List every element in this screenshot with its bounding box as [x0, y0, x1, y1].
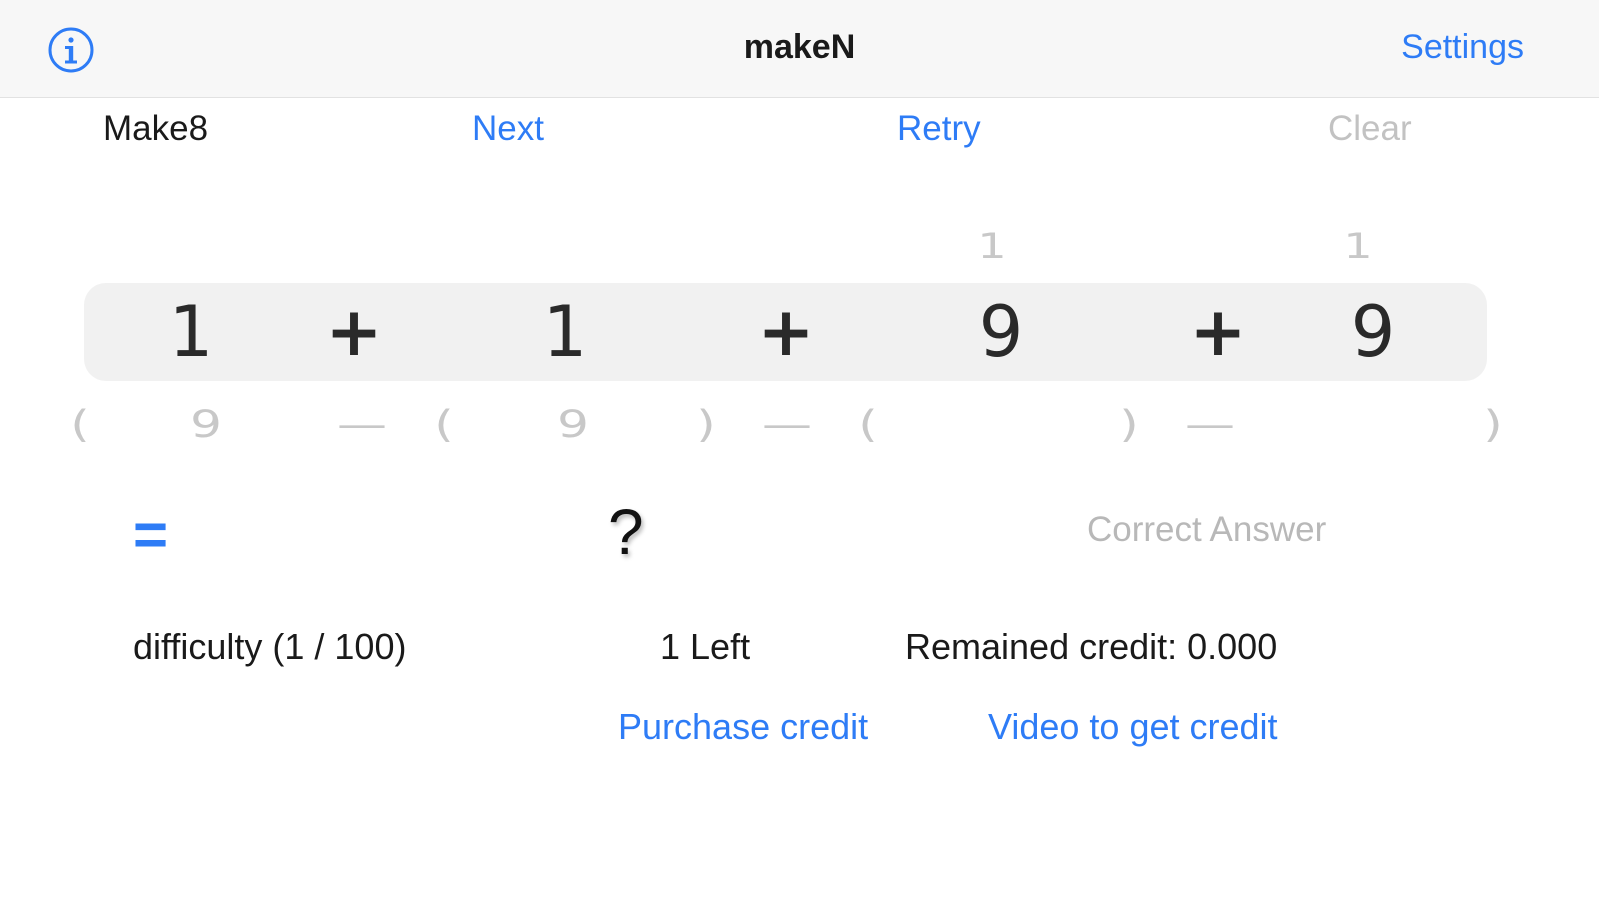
picker-selected-number[interactable]: 1 — [543, 291, 588, 373]
correct-answer-button: Correct Answer — [1087, 510, 1327, 549]
picker-row-above[interactable]: 1 1 — [0, 205, 1599, 275]
clear-button: Clear — [1328, 109, 1412, 148]
picker-value-below[interactable]: ) — [1119, 402, 1139, 446]
picker-selected-operator[interactable]: + — [1190, 293, 1247, 372]
page-title: makeN — [743, 28, 856, 66]
navigation-bar: makeN Settings — [0, 0, 1599, 98]
picker-value-below[interactable]: ) — [1483, 402, 1503, 446]
picker-selected-number[interactable]: 9 — [979, 291, 1024, 373]
purchase-credit-button[interactable]: Purchase credit — [618, 706, 868, 748]
remaining-count: 1 Left — [660, 626, 751, 667]
picker-value-below[interactable]: ( — [858, 402, 878, 446]
picker-value-below[interactable]: 9 — [557, 402, 589, 446]
picker-row-below[interactable]: ( 9 — ( 9 ) — ( ) — ) — [0, 385, 1599, 460]
picker-selected-number[interactable]: 1 — [169, 291, 214, 373]
next-button[interactable]: Next — [472, 109, 544, 149]
retry-button[interactable]: Retry — [897, 109, 981, 149]
picker-selected-operator[interactable]: + — [758, 293, 815, 372]
picker-value-below[interactable]: — — [1185, 402, 1235, 446]
credit-balance: Remained credit: 0.000 — [905, 626, 1278, 667]
picker-value-above[interactable]: 1 — [1343, 226, 1372, 267]
picker-value-below[interactable]: ) — [696, 402, 716, 446]
picker-selected-number[interactable]: 9 — [1351, 291, 1396, 373]
picker-value-below[interactable]: ( — [70, 402, 90, 446]
video-credit-button[interactable]: Video to get credit — [988, 706, 1278, 748]
picker-value-below[interactable]: — — [762, 402, 812, 446]
answer-value: ? — [608, 496, 644, 568]
picker-selected-operator[interactable]: + — [326, 293, 383, 372]
picker-value-above[interactable]: 1 — [977, 226, 1006, 267]
picker-value-below[interactable]: — — [337, 402, 387, 446]
equals-sign: = — [133, 501, 169, 568]
difficulty-label: difficulty (1 / 100) — [133, 626, 407, 667]
picker-value-below[interactable]: 9 — [190, 402, 222, 446]
picker-row-selected[interactable]: 1 + 1 + 9 + 9 — [0, 283, 1599, 373]
mode-label: Make8 — [103, 109, 209, 148]
settings-button[interactable]: Settings — [1401, 28, 1524, 67]
picker-value-below[interactable]: ( — [434, 402, 454, 446]
